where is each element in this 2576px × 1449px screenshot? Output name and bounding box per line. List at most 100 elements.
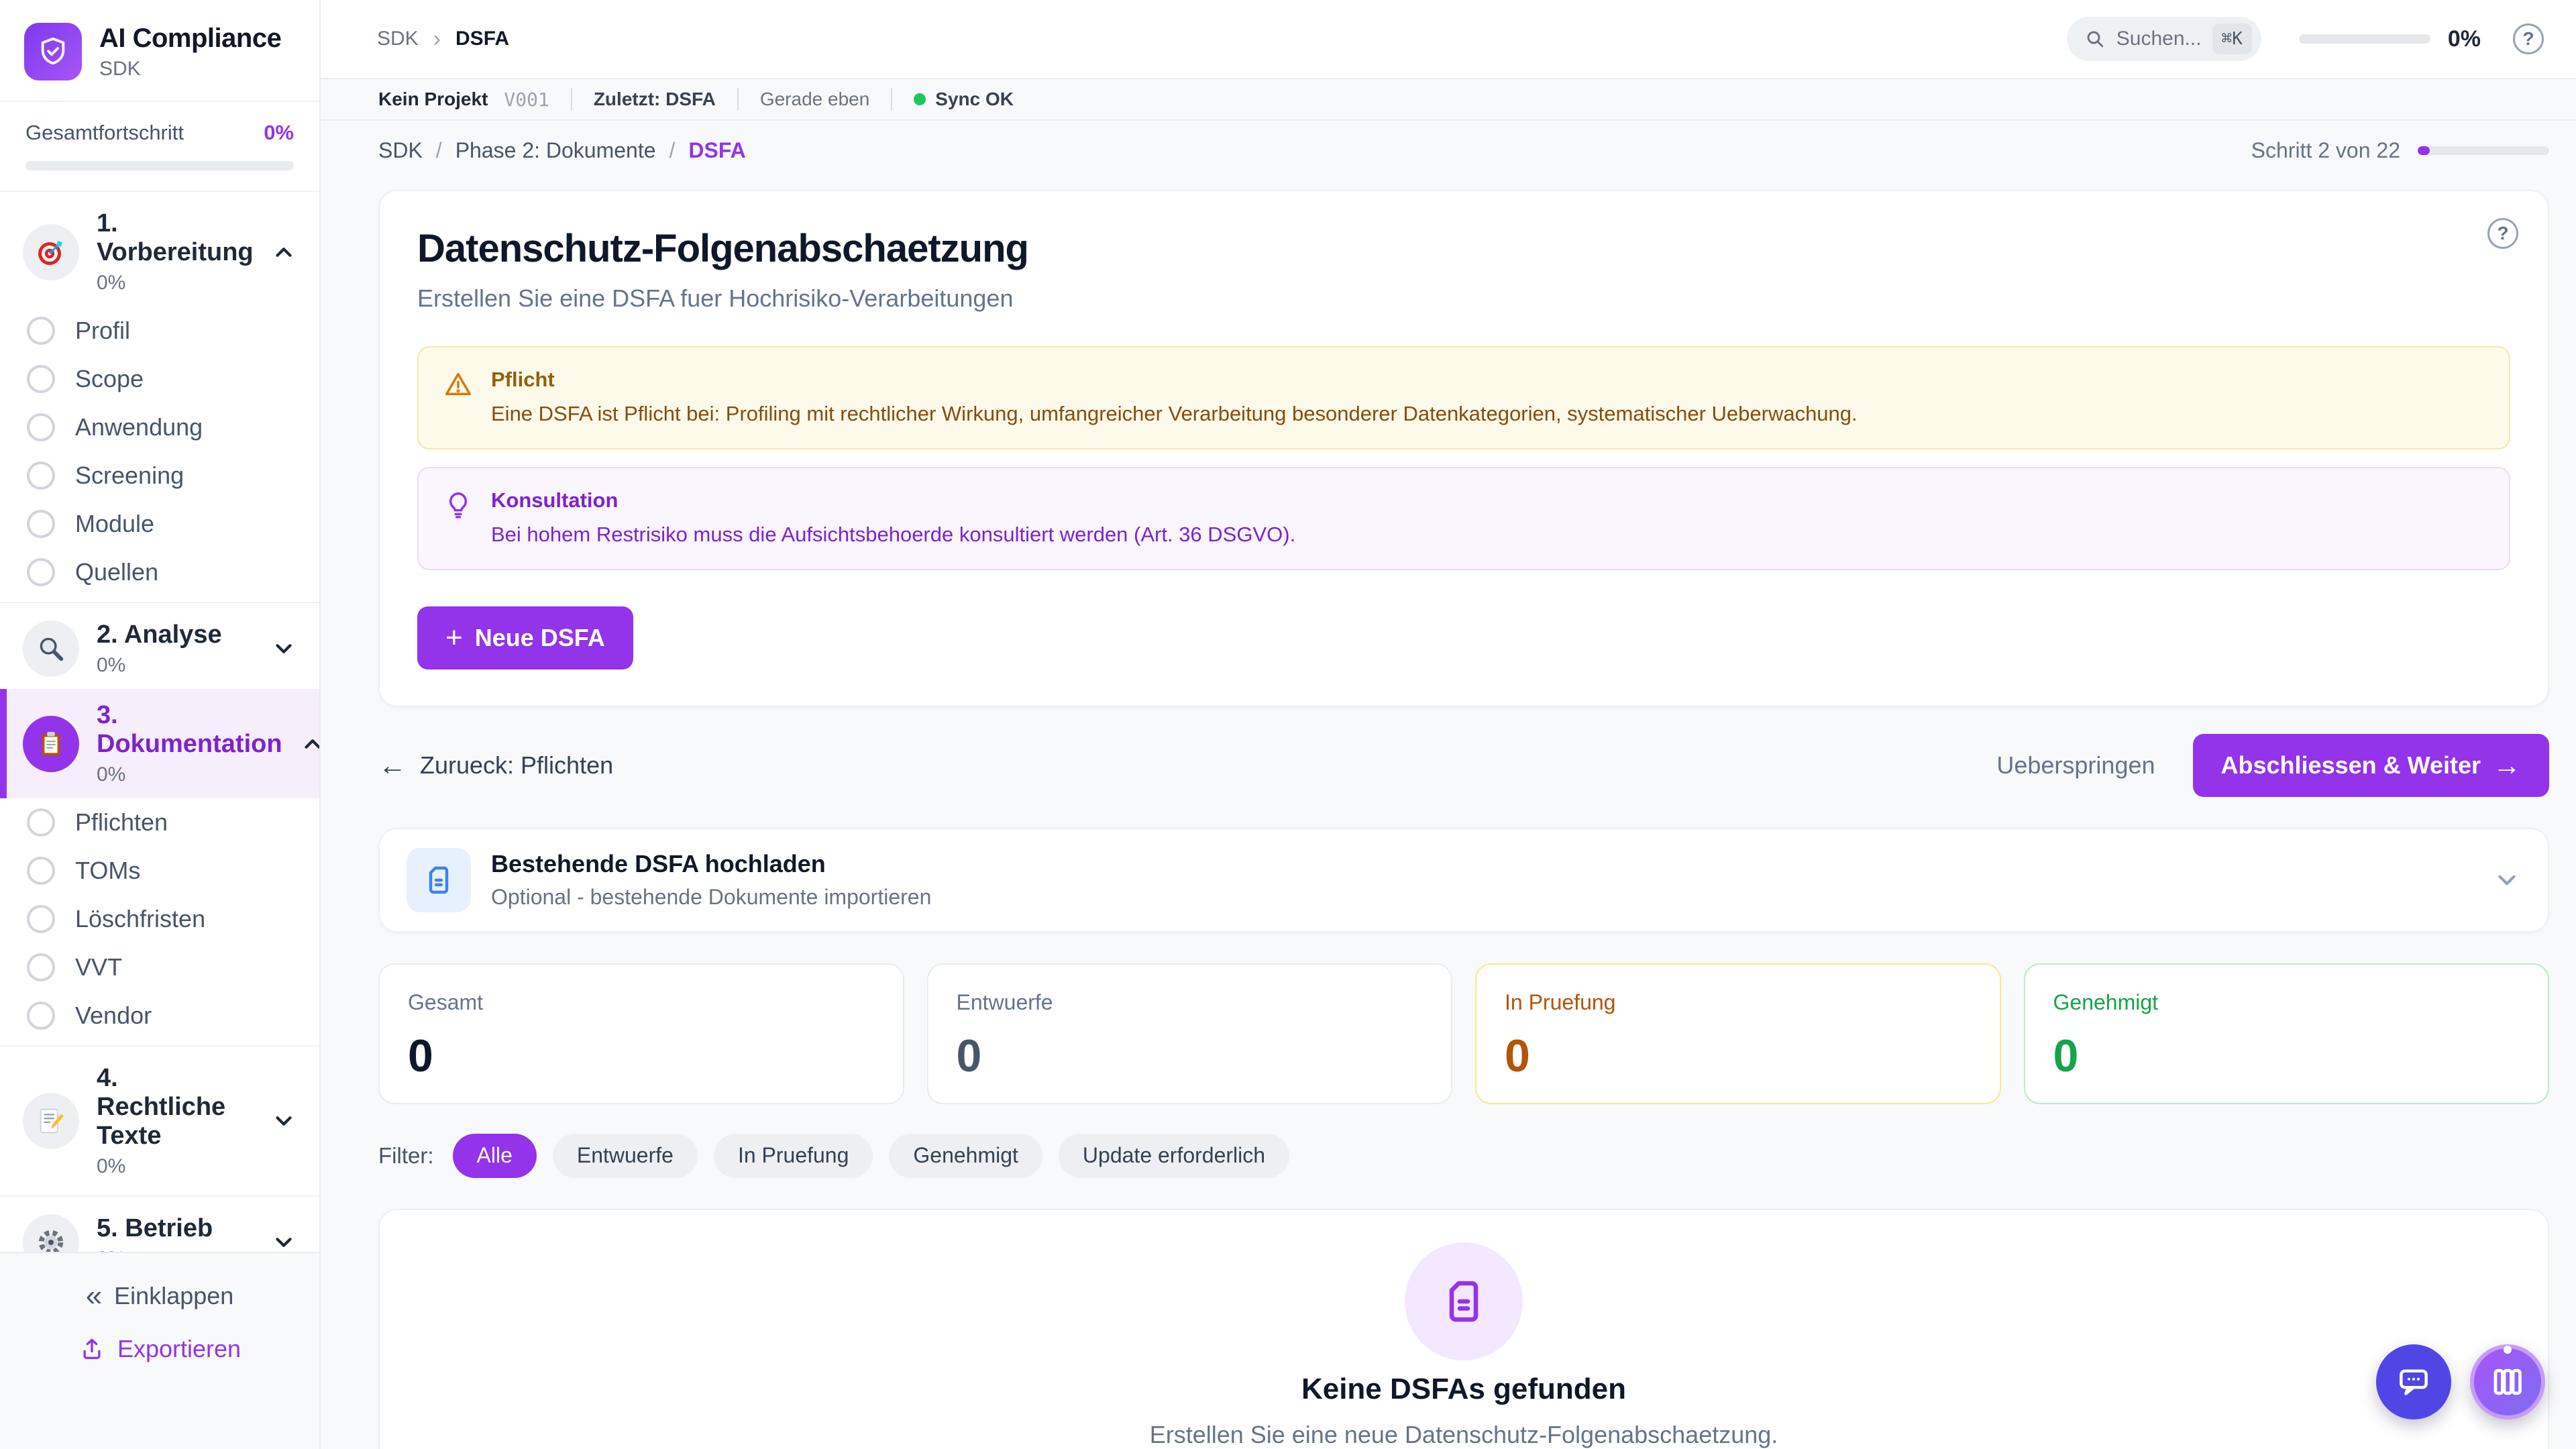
warning-note: Pflicht Eine DSFA ist Pflicht bei: Profi… bbox=[417, 346, 2510, 449]
topbar: SDK › DSFA Suchen... ⌘K 0% ? bbox=[321, 0, 2576, 79]
step-label: Schritt 2 von 22 bbox=[2251, 138, 2400, 163]
overall-progress: Gesamtfortschritt 0% bbox=[0, 102, 319, 192]
chat-fab-button[interactable] bbox=[2376, 1344, 2451, 1419]
back-button[interactable]: ← Zurueck: Pflichten bbox=[378, 751, 613, 780]
sidebar-item-label: Vendor bbox=[75, 1002, 152, 1030]
sidebar-item-vvt[interactable]: VVT bbox=[0, 943, 319, 991]
export-button[interactable]: Exportieren bbox=[65, 1330, 254, 1368]
empty-state-icon-circle bbox=[1405, 1242, 1523, 1360]
chat-bubble-icon bbox=[2395, 1363, 2432, 1401]
sidebar-item-vendor[interactable]: Vendor bbox=[0, 991, 319, 1040]
topbar-breadcrumb: SDK › DSFA bbox=[377, 26, 509, 52]
statusbar: Kein Projekt V001 Zuletzt: DSFA Gerade e… bbox=[321, 79, 2576, 121]
divider bbox=[0, 1195, 319, 1197]
sidebar-section-dokumentation[interactable]: 3. Dokumentation 0% bbox=[0, 689, 319, 798]
next-label: Abschliessen & Weiter bbox=[2221, 751, 2481, 780]
topbar-progress-value: 0% bbox=[2448, 26, 2481, 52]
stat-card-genehmigt: Genehmigt 0 bbox=[2024, 963, 2550, 1104]
sidebar-section-analyse[interactable]: 2. Analyse 0% bbox=[0, 608, 319, 689]
double-chevron-left-icon: « bbox=[86, 1281, 102, 1311]
section-progress: 0% bbox=[97, 1248, 213, 1252]
sidebar-item-module[interactable]: Module bbox=[0, 500, 319, 548]
sidebar-item-label: Scope bbox=[75, 365, 144, 393]
sidebar-item-quellen[interactable]: Quellen bbox=[0, 548, 319, 596]
columns-icon bbox=[2489, 1364, 2526, 1400]
divider bbox=[0, 1045, 319, 1046]
section-title: 5. Betrieb bbox=[97, 1214, 213, 1243]
arrow-left-icon: ← bbox=[378, 751, 407, 780]
help-icon[interactable]: ? bbox=[2487, 218, 2518, 249]
document-icon bbox=[407, 848, 471, 912]
chevron-down-icon[interactable] bbox=[2493, 866, 2521, 894]
filter-chip-in-pruefung[interactable]: In Pruefung bbox=[714, 1134, 873, 1178]
filter-chip-alle[interactable]: Alle bbox=[453, 1134, 537, 1178]
sidebar-section-betrieb[interactable]: 5. Betrieb 0% bbox=[0, 1202, 319, 1252]
breadcrumb-root[interactable]: SDK bbox=[378, 138, 423, 163]
divider bbox=[571, 88, 572, 111]
upload-title: Bestehende DSFA hochladen bbox=[491, 850, 931, 878]
step-circle-icon bbox=[27, 1002, 55, 1030]
stat-value: 0 bbox=[408, 1030, 875, 1082]
page-subtitle: Erstellen Sie eine DSFA fuer Hochrisiko-… bbox=[417, 284, 2510, 313]
stat-value: 0 bbox=[2053, 1030, 2520, 1082]
breadcrumb-root[interactable]: SDK bbox=[377, 28, 419, 50]
sidebar-item-loeschfristen[interactable]: Löschfristen bbox=[0, 895, 319, 943]
sync-status: Sync OK bbox=[914, 89, 1014, 110]
help-icon[interactable]: ? bbox=[2513, 23, 2544, 54]
clipboard-icon bbox=[23, 716, 79, 772]
stat-label: In Pruefung bbox=[1505, 990, 1972, 1015]
filter-chip-genehmigt[interactable]: Genehmigt bbox=[889, 1134, 1042, 1178]
new-dsfa-button[interactable]: + Neue DSFA bbox=[417, 606, 633, 669]
document-icon bbox=[1440, 1277, 1488, 1326]
sidebar-item-anwendung[interactable]: Anwendung bbox=[0, 403, 319, 451]
chevron-right-icon: › bbox=[433, 26, 441, 52]
export-label: Exportieren bbox=[117, 1335, 241, 1363]
slash-separator: / bbox=[436, 138, 442, 163]
sidebar-item-label: Screening bbox=[75, 462, 184, 490]
section-title: 1. Vorbereitung bbox=[97, 209, 254, 267]
step-circle-icon bbox=[27, 365, 55, 393]
sidebar-item-label: TOMs bbox=[75, 857, 140, 885]
magnifier-icon bbox=[23, 621, 79, 677]
consultation-title: Konsultation bbox=[491, 488, 1295, 513]
sidebar-item-profil[interactable]: Profil bbox=[0, 307, 319, 355]
section-title: 3. Dokumentation bbox=[97, 701, 282, 759]
chevron-down-icon bbox=[271, 1230, 297, 1252]
topbar-progress-bar bbox=[2299, 34, 2430, 44]
stat-card-gesamt: Gesamt 0 bbox=[378, 963, 904, 1104]
section-title: 2. Analyse bbox=[97, 621, 222, 649]
kanban-fab-button[interactable] bbox=[2470, 1344, 2545, 1419]
consultation-note: Konsultation Bei hohem Restrisiko muss d… bbox=[417, 467, 2510, 570]
skip-button[interactable]: Ueberspringen bbox=[1996, 751, 2155, 780]
keyboard-shortcut-badge: ⌘K bbox=[2212, 23, 2252, 54]
sidebar-section-rechtliche-texte[interactable]: 4. Rechtliche Texte 0% bbox=[0, 1052, 319, 1190]
collapse-sidebar-button[interactable]: « Einklappen bbox=[72, 1276, 248, 1316]
upload-existing-dsfa-panel[interactable]: Bestehende DSFA hochladen Optional - bes… bbox=[378, 828, 2549, 932]
overall-progress-label: Gesamtfortschritt bbox=[25, 121, 184, 145]
page-content: SDK / Phase 2: Dokumente / DSFA Schritt … bbox=[321, 138, 2576, 1449]
sidebar-item-scope[interactable]: Scope bbox=[0, 355, 319, 403]
search-input[interactable]: Suchen... ⌘K bbox=[2067, 17, 2261, 61]
section-progress: 0% bbox=[97, 654, 222, 677]
sidebar-item-screening[interactable]: Screening bbox=[0, 451, 319, 500]
filter-row: Filter: Alle Entwuerfe In Pruefung Geneh… bbox=[378, 1134, 2549, 1178]
sidebar-item-toms[interactable]: TOMs bbox=[0, 847, 319, 895]
chevron-down-icon bbox=[271, 1108, 297, 1134]
sidebar-section-vorbereitung[interactable]: 1. Vorbereitung 0% bbox=[0, 197, 319, 307]
memo-icon bbox=[23, 1093, 79, 1149]
step-circle-icon bbox=[27, 317, 55, 345]
divider bbox=[891, 88, 892, 111]
empty-state-title: Keine DSFAs gefunden bbox=[1301, 1373, 1626, 1406]
sync-label: Sync OK bbox=[935, 89, 1014, 110]
divider bbox=[0, 602, 319, 603]
chevron-up-icon bbox=[300, 731, 319, 757]
sidebar-item-pflichten[interactable]: Pflichten bbox=[0, 798, 319, 847]
new-dsfa-label: Neue DSFA bbox=[475, 624, 605, 652]
plus-icon: + bbox=[445, 623, 463, 653]
filter-chip-update-erforderlich[interactable]: Update erforderlich bbox=[1059, 1134, 1289, 1178]
back-label: Zurueck: Pflichten bbox=[420, 751, 613, 780]
breadcrumb-phase[interactable]: Phase 2: Dokumente bbox=[455, 138, 656, 163]
app-logo bbox=[24, 23, 82, 80]
filter-chip-entwuerfe[interactable]: Entwuerfe bbox=[553, 1134, 698, 1178]
complete-next-button[interactable]: Abschliessen & Weiter → bbox=[2193, 734, 2549, 797]
